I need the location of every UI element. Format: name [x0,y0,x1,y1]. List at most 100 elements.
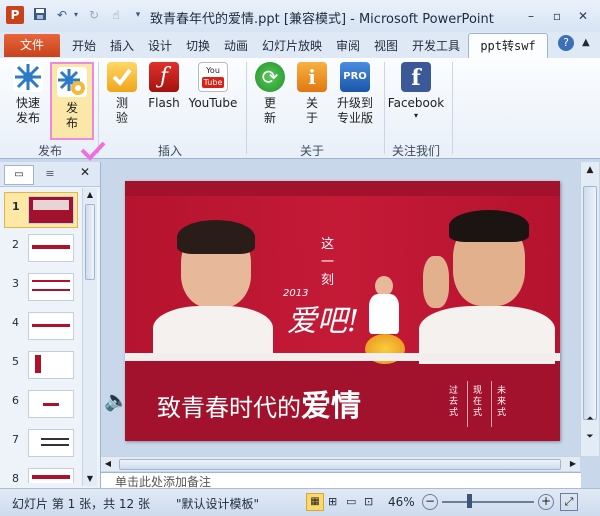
scroll-up-icon[interactable]: ▲ [83,188,97,202]
slide-photo: 这一刻 2013 爱吧! [125,196,560,364]
quiz-label: 测 验 [115,96,128,125]
slideshow-icon[interactable]: ⊡ [364,495,373,508]
slide-thumbnail[interactable] [28,312,74,340]
save-icon[interactable] [32,7,48,23]
maximize-button[interactable]: ▫ [546,8,568,24]
slide-thumbnail[interactable] [28,429,74,457]
scroll-up-icon[interactable]: ▲ [581,162,599,178]
slide-sorter-icon[interactable]: ⊞ [328,495,337,508]
tab-design[interactable]: 设计 [148,37,172,54]
side-word: 未来式 [497,386,507,418]
quiz-icon [107,62,137,92]
slide-thumbnail[interactable] [28,196,74,224]
minimize-button[interactable]: – [520,8,542,24]
tab-home[interactable]: 开始 [72,37,96,54]
undo-dropdown-icon[interactable]: ▾ [68,7,84,23]
help-icon[interactable]: ? [558,35,574,51]
person-left-image [153,220,273,361]
slide-title-prefix: 致青春时代的 [157,394,301,422]
group-label-publish: 发布 [37,144,62,158]
facebook-button[interactable]: f Facebook ▾ [386,62,446,121]
pane-scrollbar[interactable]: ▲ ▼ [82,188,97,486]
facebook-label: Facebook [387,96,445,110]
slide-number: 7 [12,433,19,446]
slide-info: 幻灯片 第 1 张，共 12 张 [12,497,150,511]
notes-pane[interactable]: 单击此处添加备注 [101,472,581,489]
flash-label: Flash [148,96,180,110]
main-vertical-scrollbar[interactable]: ▲ ⏶ ⏷ [580,162,599,456]
zoom-slider-thumb[interactable] [467,494,472,508]
app-icon-letter: P [10,8,20,22]
tab-review[interactable]: 审阅 [336,37,360,54]
tab-slideshow[interactable]: 幻灯片放映 [262,37,322,54]
upgrade-pro-button[interactable]: PRO 升级到 专业版 [332,62,378,126]
normal-view-button[interactable]: ▦ [306,493,324,511]
slide-divider [125,353,560,361]
slide-thumbnail[interactable] [28,351,74,379]
customize-toolbar-icon[interactable]: ▾ [130,7,146,23]
outline-tab[interactable]: ≡ [36,165,64,183]
tab-view[interactable]: 视图 [374,37,398,54]
slide-thumbnail[interactable] [28,273,74,301]
slides-tab[interactable]: ▭ [4,165,34,185]
powerpoint-icon[interactable]: P [6,6,24,24]
publish-button[interactable]: 发 布 [50,62,94,140]
reading-view-icon[interactable]: ▭ [346,495,356,508]
person-right-image [415,210,555,364]
quiz-button[interactable]: 测 验 [104,62,140,126]
fit-to-window-icon[interactable]: ⤢ [560,493,578,511]
current-slide[interactable]: 这一刻 2013 爱吧! 致青春时代的爱情 过去式 现在式 未来式 [125,181,560,441]
slide-thumbnail-list: 1 2 3 4 5 6 7 8 [0,188,82,486]
redo-icon[interactable]: ↻ [86,7,102,23]
upgrade-pro-label: 升级到 专业版 [336,96,373,125]
slide-thumbnail[interactable] [28,468,74,483]
pane-tabs: ▭ ≡ ✕ [0,162,100,187]
speaker-icon: 🔈 [104,388,129,412]
publish-label: 发 布 [65,101,78,130]
tab-ppt2swf[interactable]: ppt转swf [468,33,548,60]
slide-number: 3 [12,277,19,290]
close-pane-icon[interactable]: ✕ [80,165,90,179]
zoom-out-button[interactable]: − [422,494,438,510]
flash-button[interactable]: ƒ Flash [144,62,184,111]
zoom-slider-track[interactable] [442,501,534,503]
tab-animations[interactable]: 动画 [224,37,248,54]
main-horizontal-scrollbar[interactable]: ◀ ▶ [101,456,580,471]
scroll-thumb[interactable] [583,186,597,420]
next-slide-icon[interactable]: ⏷ [581,432,599,442]
tab-developer[interactable]: 开发工具 [412,37,460,54]
collapse-ribbon-icon[interactable]: ▲ [582,37,590,48]
update-label: 更 新 [263,96,276,125]
status-bar: 幻灯片 第 1 张，共 12 张 "默认设计模板" ▦ ⊞ ▭ ⊡ 46% − … [0,488,600,516]
scroll-thumb[interactable] [119,459,561,470]
scroll-down-icon[interactable]: ▼ [83,472,97,486]
scroll-right-icon[interactable]: ▶ [566,457,580,471]
close-button[interactable]: ✕ [572,8,594,24]
ribbon-tabs: 文件 开始 插入 设计 切换 动画 幻灯片放映 审阅 视图 开发工具 ppt转s… [0,32,600,60]
tab-file[interactable]: 文件 [4,34,60,57]
tab-insert[interactable]: 插入 [110,37,134,54]
group-separator [246,62,247,154]
about-button[interactable]: i 关 于 [296,62,328,126]
scroll-thumb[interactable] [85,204,95,280]
slide-number: 5 [12,355,19,368]
update-button[interactable]: ⟳ 更 新 [252,62,288,126]
prev-slide-icon[interactable]: ⏶ [581,414,599,424]
slide-thumbnail[interactable] [28,234,74,262]
quick-publish-label: 快速 发布 [15,96,40,125]
tab-transitions[interactable]: 切换 [186,37,210,54]
touch-mode-icon[interactable]: ☝ [108,7,124,23]
slide-thumbnail[interactable] [28,390,74,418]
facebook-dropdown-icon[interactable]: ▾ [386,111,446,121]
youtube-label: YouTube [188,96,238,110]
scroll-left-icon[interactable]: ◀ [101,457,115,471]
zoom-level[interactable]: 46% [388,495,415,509]
slide-number: 1 [12,200,20,213]
quick-publish-button[interactable]: 快速 发布 [8,62,48,126]
youtube-button[interactable]: You Tube YouTube [186,62,240,111]
flash-icon: ƒ [149,62,179,92]
title-bar: P ↶ ▾ ↻ ☝ ▾ 致青春年代的爱情.ppt [兼容模式] - Micros… [0,0,600,33]
slide-number: 6 [12,394,19,407]
annotation-arrow-icon [80,141,106,161]
zoom-in-button[interactable]: + [538,494,554,510]
